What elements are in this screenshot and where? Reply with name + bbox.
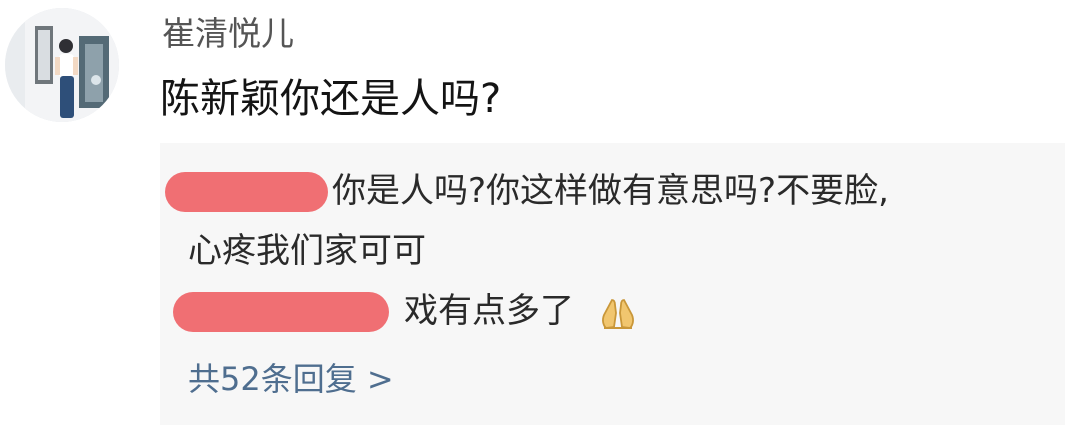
pray-hands-emoji-icon — [602, 299, 634, 329]
reply-preview-box[interactable]: 你是人吗?你这样做有意思吗?不要脸, 心疼我们家可可 戏有点多了 共52条回复 … — [160, 143, 1065, 425]
reply-1-line-2: 心疼我们家可可 — [188, 231, 426, 271]
redacted-username — [173, 292, 389, 332]
comment-username[interactable]: 崔清悦儿 — [162, 12, 294, 56]
reply-2-text: 戏有点多了 — [404, 291, 574, 331]
avatar-photo — [5, 8, 119, 122]
comment-text: 陈新颖你还是人吗? — [160, 76, 502, 122]
reply-1-line-1: 你是人吗?你这样做有意思吗?不要脸, — [332, 171, 889, 211]
avatar[interactable] — [5, 8, 119, 122]
redacted-username — [165, 172, 328, 212]
reply-count-link[interactable]: 共52条回复 > — [188, 357, 394, 401]
